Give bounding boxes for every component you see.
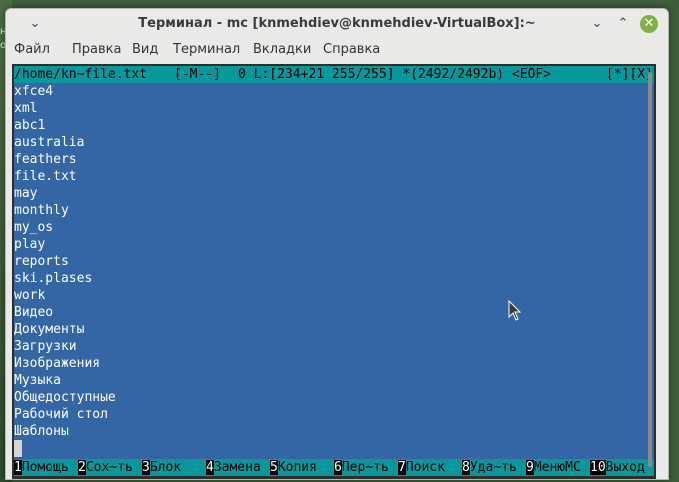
terminal-window: ⌄ Терминал - mc [knmehdiev@knmehdiev-Vir… [5, 8, 669, 480]
menu-edit[interactable]: Правка [72, 42, 121, 57]
editor-line[interactable]: may [14, 185, 116, 202]
editor-line[interactable]: monthly [14, 202, 116, 219]
terminal-scrollbar[interactable] [646, 68, 654, 473]
function-key-f5[interactable]: 5Копия [270, 459, 317, 476]
editor-line[interactable]: Шаблоны [14, 423, 116, 440]
function-key-number: 9 [526, 460, 534, 475]
function-key-label: Сох~ть [85, 460, 133, 475]
editor-line[interactable]: Видео [14, 304, 116, 321]
status-position: 0 L:[234+21 255/255] *(2492/2492b) <EOF> [238, 67, 552, 82]
function-key-f7[interactable]: 7Поиск [398, 459, 445, 476]
function-key-number: 6 [334, 460, 342, 475]
function-key-number: 1 [14, 460, 22, 475]
function-key-label: Замена [213, 460, 261, 475]
menu-bar: Файл Правка Вид Терминал Вкладки Справка [6, 39, 668, 61]
function-key-label: Помощь [21, 460, 69, 475]
menu-file[interactable]: Файл [14, 42, 50, 57]
function-key-number: 10 [590, 460, 606, 475]
scrollbar-thumb[interactable] [648, 72, 652, 467]
function-key-number: 4 [206, 460, 214, 475]
function-key-number: 2 [78, 460, 86, 475]
menu-tabs[interactable]: Вкладки [253, 42, 311, 57]
minimize-icon[interactable]: ⌄ [588, 15, 606, 33]
editor-line[interactable]: abc1 [14, 117, 116, 134]
function-key-number: 8 [462, 460, 470, 475]
function-key-f8[interactable]: 8Уда~ть [462, 459, 517, 476]
function-key-label: Уда~ть [469, 460, 517, 475]
mouse-pointer-icon [508, 300, 522, 321]
function-key-f1[interactable]: 1Помощь [14, 459, 69, 476]
editor-line[interactable]: Рабочий стол [14, 406, 116, 423]
editor-line[interactable]: Документы [14, 321, 116, 338]
function-key-f2[interactable]: 2Сох~ть [78, 459, 133, 476]
function-key-f10[interactable]: 10Выход [590, 459, 645, 476]
function-key-label: Поиск [405, 460, 445, 475]
function-key-label: Блок [149, 460, 182, 475]
editor-line[interactable]: feathers [14, 151, 116, 168]
menu-view[interactable]: Вид [132, 42, 158, 57]
editor-line[interactable]: xfce4 [14, 83, 116, 100]
function-key-label: Копия [277, 460, 317, 475]
function-key-f6[interactable]: 6Пер~ть [334, 459, 389, 476]
editor-line[interactable]: play [14, 236, 116, 253]
editor-text[interactable]: xfce4 xml abc1 australia feathers file.txt may… [14, 83, 116, 440]
editor-line[interactable]: Изображения [14, 355, 116, 372]
editor-line[interactable]: Загрузки [14, 338, 116, 355]
editor-line[interactable]: ski.plases [14, 270, 116, 287]
function-key-number: 3 [142, 460, 150, 475]
function-key-f3[interactable]: 3Блок [142, 459, 181, 476]
editor-line[interactable]: Музыка [14, 372, 116, 389]
status-mode: [-M--] [174, 67, 221, 82]
editor-line[interactable]: work [14, 287, 116, 304]
editor-line[interactable]: file.txt [14, 168, 116, 185]
mc-editor-screen[interactable]: /home/kn~file.txt [-M--] 0 L:[234+21 255… [14, 66, 654, 476]
status-path: /home/kn~file.txt [14, 67, 148, 82]
editor-line[interactable]: xml [14, 100, 116, 117]
editor-line[interactable]: reports [14, 253, 116, 270]
function-key-bar: 1Помощь 2Сох~ть 3Блок 4Замена 5Копия 6Пер~ть 7… [14, 459, 654, 476]
terminal-area[interactable]: /home/kn~file.txt [-M--] 0 L:[234+21 255… [12, 64, 656, 479]
editor-line[interactable]: Общедоступные [14, 389, 116, 406]
maximize-icon[interactable]: ⌃ [614, 15, 632, 33]
window-title: Терминал - mc [knmehdiev@knmehdiev-Virtu… [138, 16, 536, 31]
function-key-number: 7 [398, 460, 406, 475]
text-cursor [14, 440, 22, 457]
menu-terminal[interactable]: Терминал [173, 42, 240, 57]
menu-help[interactable]: Справка [323, 42, 380, 57]
editor-line[interactable]: australia [14, 134, 116, 151]
function-key-label: Выход [605, 460, 645, 475]
editor-line[interactable]: my_os [14, 219, 116, 236]
function-key-number: 5 [270, 460, 278, 475]
function-key-label: Пер~ть [341, 460, 389, 475]
function-key-f9[interactable]: 9МенюMC [526, 459, 581, 476]
close-icon[interactable]: ✕ [640, 15, 658, 33]
editor-status-line: /home/kn~file.txt [-M--] 0 L:[234+21 255… [14, 66, 654, 83]
function-key-f4[interactable]: 4Замена [206, 459, 261, 476]
title-bar[interactable]: ⌄ Терминал - mc [knmehdiev@knmehdiev-Vir… [6, 9, 668, 39]
function-key-label: МенюMC [533, 460, 581, 475]
